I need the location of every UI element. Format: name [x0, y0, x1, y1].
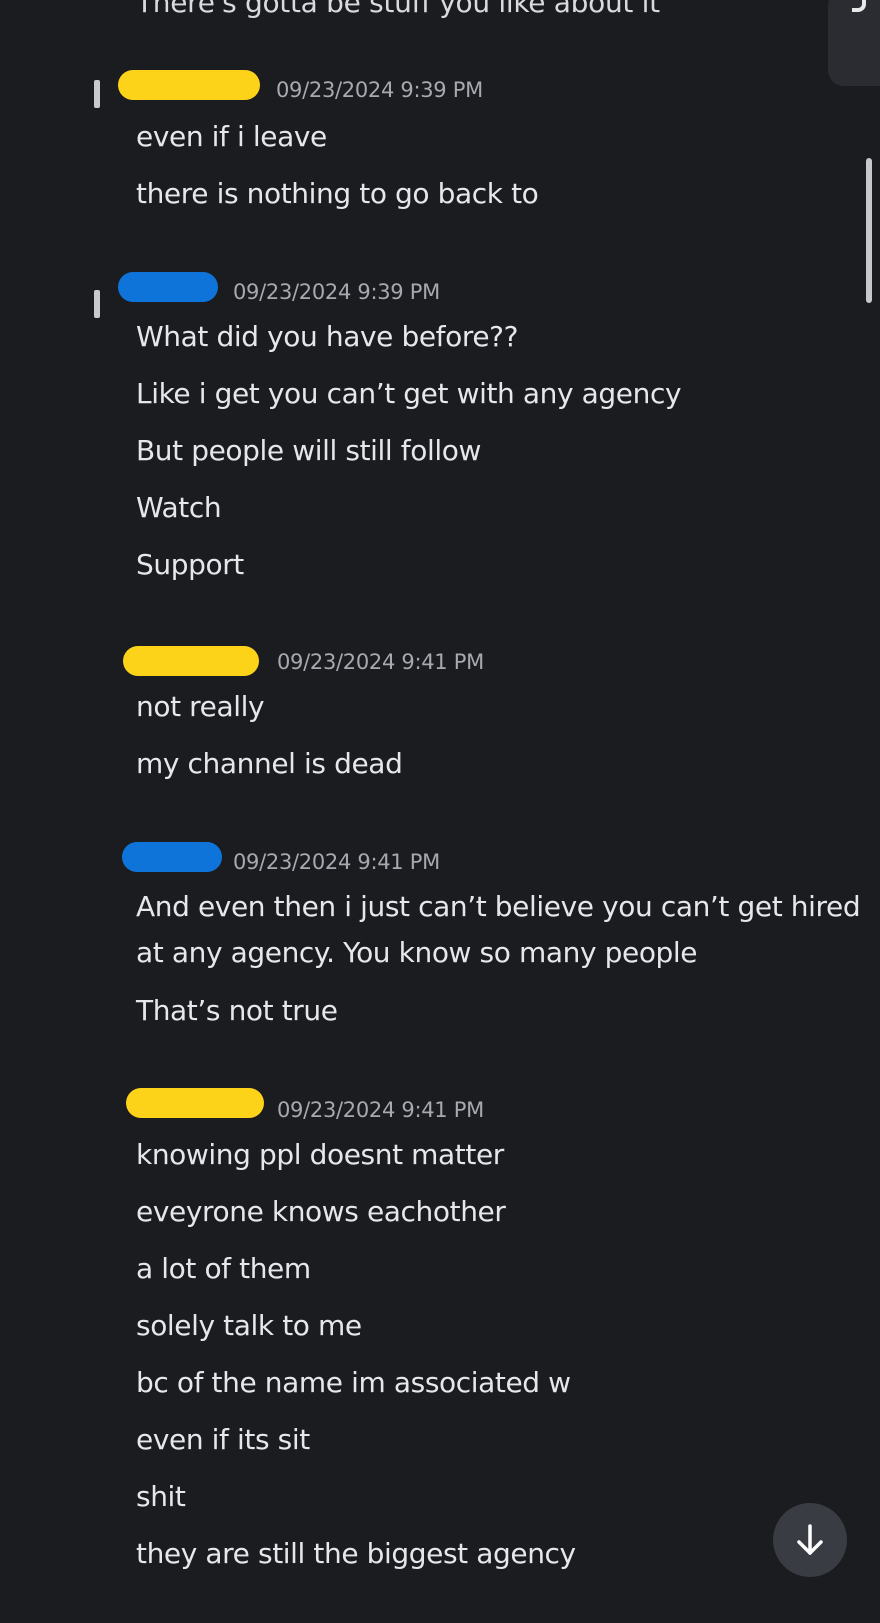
message-line: not really — [136, 690, 265, 723]
message-line: at any agency. You know so many people — [136, 936, 698, 969]
message-line: shit — [136, 1480, 186, 1513]
previous-message-text: There's gotta be stuff you like about it — [136, 0, 660, 19]
author-name-redacted[interactable] — [122, 842, 222, 872]
author-name-redacted[interactable] — [118, 272, 218, 302]
message-line: Support — [136, 548, 244, 581]
message-line: a lot of them — [136, 1252, 311, 1285]
avatar[interactable] — [94, 290, 100, 318]
author-name-redacted[interactable] — [118, 70, 260, 100]
message-timestamp: 09/23/2024 9:41 PM — [233, 850, 440, 874]
message-line: even if its sit — [136, 1423, 310, 1456]
message-line: knowing ppl doesnt matter — [136, 1138, 504, 1171]
author-name-redacted[interactable] — [126, 1088, 264, 1118]
avatar[interactable] — [94, 80, 100, 108]
top-right-panel-tab[interactable] — [828, 0, 880, 86]
message-line: eveyrone knows eachother — [136, 1195, 506, 1228]
message-line: even if i leave — [136, 120, 327, 153]
message-line: But people will still follow — [136, 434, 481, 467]
message-timestamp: 09/23/2024 9:41 PM — [277, 650, 484, 674]
message-line: they are still the biggest agency — [136, 1537, 576, 1570]
author-name-redacted[interactable] — [123, 646, 259, 676]
message-timestamp: 09/23/2024 9:41 PM — [277, 1098, 484, 1122]
arrow-down-icon — [797, 1524, 823, 1555]
scroll-to-bottom-button[interactable] — [773, 1503, 847, 1577]
message-timestamp: 09/23/2024 9:39 PM — [233, 280, 440, 304]
scrollbar-thumb[interactable] — [866, 158, 872, 303]
message-timestamp: 09/23/2024 9:39 PM — [276, 78, 483, 102]
message-line: Watch — [136, 491, 222, 524]
message-line: solely talk to me — [136, 1309, 362, 1342]
message-line: And even then i just can’t believe you c… — [136, 890, 861, 923]
message-line: bc of the name im associated w — [136, 1366, 571, 1399]
message-line: my channel is dead — [136, 747, 403, 780]
message-line: there is nothing to go back to — [136, 177, 539, 210]
message-line: What did you have before?? — [136, 320, 519, 353]
message-line: Like i get you can’t get with any agency — [136, 377, 682, 410]
chat-view: There's gotta be stuff you like about it… — [0, 0, 880, 1623]
message-line: That’s not true — [136, 994, 338, 1027]
